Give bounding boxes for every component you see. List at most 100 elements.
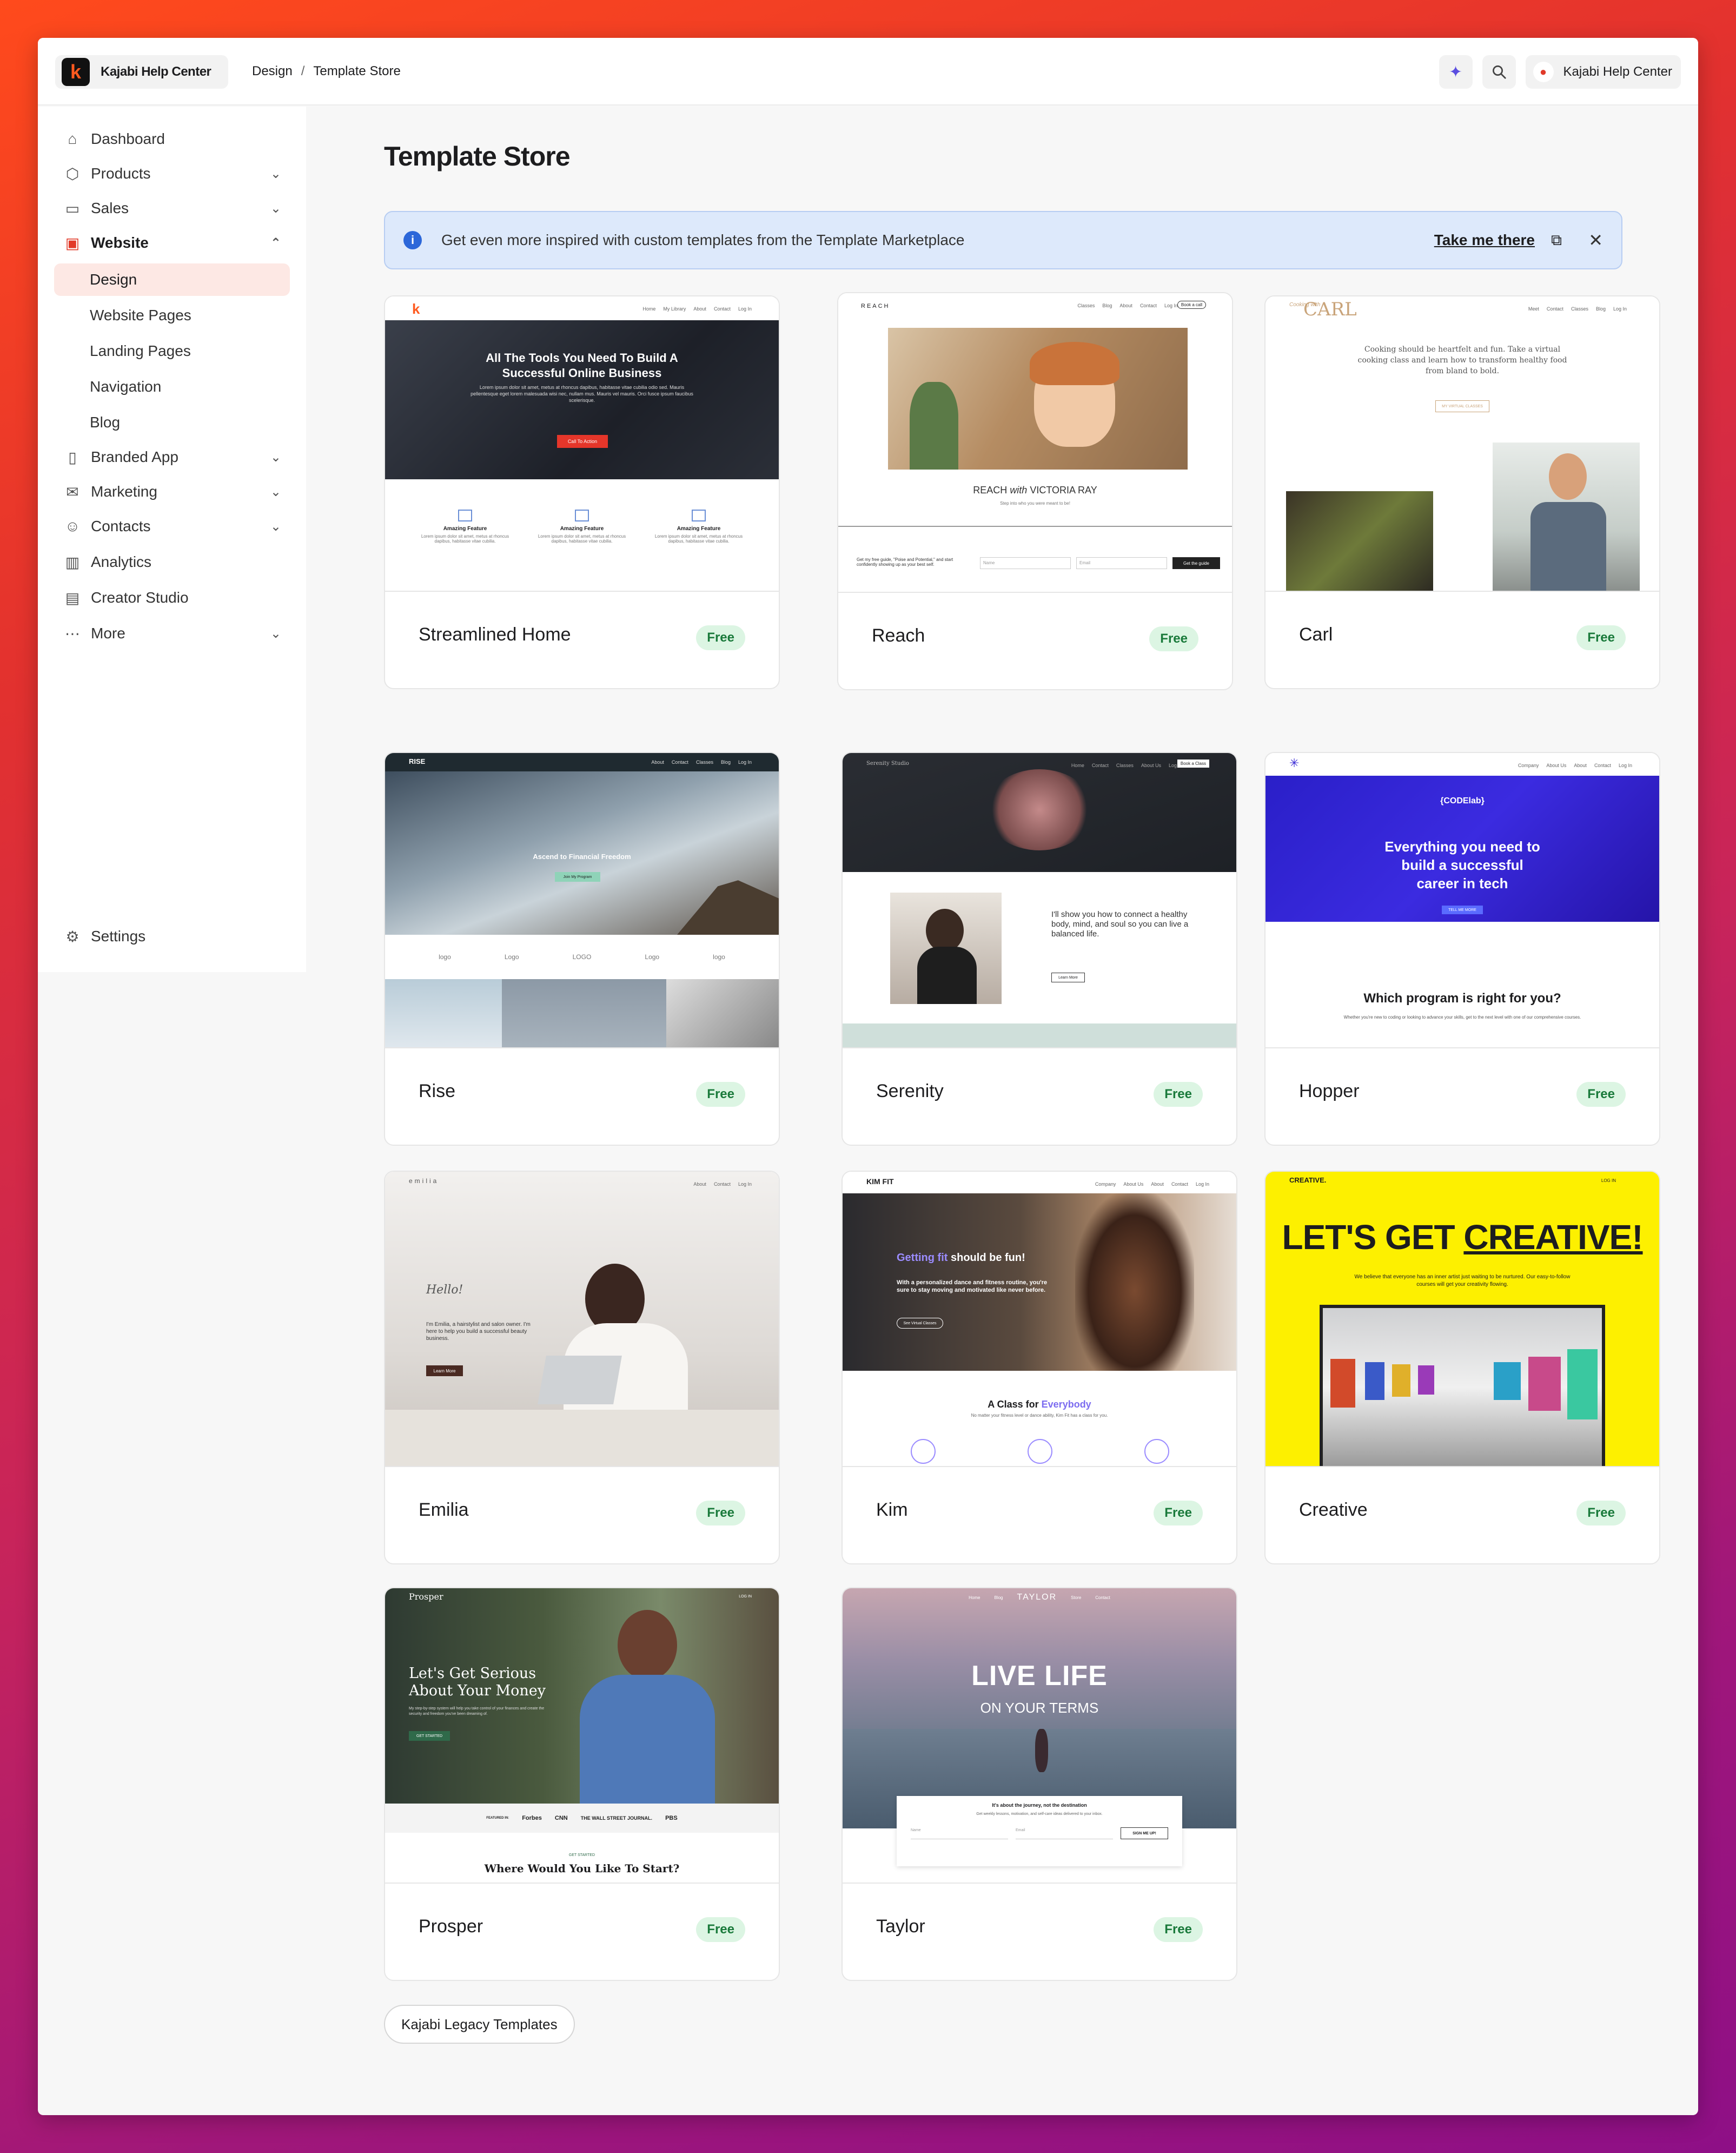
app-window: k Kajabi Help Center Design / Template S…	[38, 38, 1698, 2115]
price-badge: Free	[696, 625, 745, 650]
sidebar-item-label: Website Pages	[90, 307, 191, 323]
template-preview: Prosper LOG IN Let's Get Serious About Y…	[385, 1588, 779, 1884]
template-card-prosper[interactable]: Prosper LOG IN Let's Get Serious About Y…	[384, 1587, 780, 1981]
template-card-hopper[interactable]: ✳ Company About Us About Contact Log In {COD…	[1264, 752, 1660, 1146]
template-preview: k Home My Library About Contact Log In All T…	[385, 296, 779, 592]
mail-icon: ✉	[66, 483, 79, 500]
external-link-icon: ⧉	[1551, 231, 1562, 248]
account-menu-button[interactable]: ● Kajabi Help Center	[1525, 55, 1681, 89]
sidebar-item-label: Branded App	[91, 448, 178, 465]
sidebar: ⌂ Dashboard ⬡ Products ⌄ ▭ Sales ⌄ ▣ Web…	[38, 107, 306, 972]
sidebar-item-label: Dashboard	[91, 130, 165, 147]
breadcrumb: Design / Template Store	[252, 64, 401, 79]
banner-message: Get even more inspired with custom templ…	[441, 232, 965, 248]
brand-name: Kajabi Help Center	[101, 64, 211, 79]
template-preview: RISE About Contact Classes Blog Log In Ascen…	[385, 753, 779, 1048]
preview-hero: {CODElab} Everything you need to build a…	[1265, 776, 1659, 922]
template-name: Serenity	[876, 1081, 944, 1101]
brand-switcher[interactable]: k Kajabi Help Center	[55, 55, 228, 89]
price-badge: Free	[696, 1501, 745, 1525]
template-card-carl[interactable]: Cooking with CARL Meet Contact Classes Blog…	[1264, 295, 1660, 689]
sidebar-subitem-landing-pages[interactable]: Landing Pages	[54, 335, 290, 367]
template-card-serenity[interactable]: Serenity Studio Home Contact Classes About …	[842, 752, 1237, 1146]
price-badge: Free	[1149, 626, 1198, 651]
template-preview: CREATIVE. LOG IN LET'S GET CREATIVE! We …	[1265, 1172, 1659, 1467]
template-name: Hopper	[1299, 1081, 1360, 1101]
breadcrumb-template-store: Template Store	[313, 64, 401, 78]
sidebar-item-sales[interactable]: ▭ Sales ⌄	[54, 192, 290, 224]
sparkle-icon: ✦	[1448, 63, 1463, 81]
account-label: Kajabi Help Center	[1563, 64, 1672, 79]
top-actions: ✦ ● Kajabi Help Center	[1439, 55, 1681, 89]
sidebar-item-analytics[interactable]: ▥ Analytics	[54, 546, 290, 578]
price-badge: Free	[696, 1917, 745, 1942]
template-card-taylor[interactable]: Home Blog TAYLOR Store Contact LIVE LIFE O…	[842, 1587, 1237, 1981]
ai-assistant-button[interactable]: ✦	[1439, 55, 1473, 89]
preview-hero-photo: Serenity Studio Home Contact Classes About …	[843, 753, 1236, 872]
preview-food-photo	[1286, 491, 1433, 591]
preview-nav-links: Classes Blog About Contact Log In	[1077, 303, 1178, 308]
template-preview: ✳ Company About Us About Contact Log In {COD…	[1265, 753, 1659, 1048]
monitor-icon: ▣	[65, 234, 80, 252]
template-card-kim[interactable]: KIM FIT Company About Us About Contact Log I…	[842, 1171, 1237, 1564]
marketplace-banner: i Get even more inspired with custom tem…	[384, 211, 1622, 269]
template-preview: Cooking with CARL Meet Contact Classes Blog…	[1265, 296, 1659, 592]
page-title: Template Store	[384, 141, 570, 171]
sidebar-item-dashboard[interactable]: ⌂ Dashboard	[54, 123, 290, 155]
sidebar-subitem-navigation[interactable]: Navigation	[54, 371, 290, 403]
sidebar-item-label: Website	[91, 234, 149, 251]
take-me-there-link[interactable]: Take me there	[1434, 232, 1535, 249]
sidebar-subitem-blog[interactable]: Blog	[54, 406, 290, 439]
chevron-down-icon: ⌄	[270, 166, 281, 181]
template-name: Rise	[419, 1081, 456, 1101]
template-preview: Home Blog TAYLOR Store Contact LIVE LIFE O…	[843, 1588, 1236, 1884]
sidebar-item-label: Creator Studio	[91, 589, 189, 606]
sidebar-item-label: Marketing	[91, 483, 157, 500]
sidebar-item-branded-app[interactable]: ▯ Branded App ⌄	[54, 441, 290, 473]
sidebar-item-label: Landing Pages	[90, 342, 191, 359]
template-card-emilia[interactable]: emilia About Contact Log In Hello! I'm Emi…	[384, 1171, 780, 1564]
image-icon	[575, 510, 589, 521]
sidebar-item-website[interactable]: ▣ Website ⌃	[54, 227, 290, 259]
chevron-down-icon: ⌄	[270, 450, 281, 465]
sidebar-item-products[interactable]: ⬡ Products ⌄	[54, 157, 290, 190]
template-preview: emilia About Contact Log In Hello! I'm Emi…	[385, 1172, 779, 1467]
top-bar: k Kajabi Help Center Design / Template S…	[38, 38, 1698, 105]
template-name: Reach	[872, 625, 925, 646]
legacy-templates-button[interactable]: Kajabi Legacy Templates	[384, 2005, 575, 2044]
gear-icon: ⚙	[65, 928, 79, 945]
search-button[interactable]	[1482, 55, 1516, 89]
kajabi-logo-icon: k	[62, 58, 90, 86]
price-badge: Free	[1154, 1082, 1203, 1107]
preview-hero-photo: Ascend to Financial Freedom Join My Prog…	[385, 771, 779, 935]
sidebar-item-marketing[interactable]: ✉ Marketing ⌄	[54, 475, 290, 508]
chevron-down-icon: ⌄	[270, 484, 281, 499]
template-name: Kim	[876, 1500, 908, 1520]
sidebar-item-label: Contacts	[91, 518, 151, 534]
template-card-rise[interactable]: RISE About Contact Classes Blog Log In Ascen…	[384, 752, 780, 1146]
template-card-reach[interactable]: REACH Classes Blog About Contact Log In Book…	[837, 292, 1233, 690]
close-icon[interactable]: ✕	[1588, 230, 1603, 250]
sidebar-item-contacts[interactable]: ☺ Contacts ⌄	[54, 510, 290, 543]
preview-signup-form: It's about the journey, not the destinat…	[897, 1796, 1182, 1866]
price-badge: Free	[1154, 1501, 1203, 1525]
sidebar-item-more[interactable]: ⋯ More ⌄	[54, 617, 290, 650]
sidebar-item-label: Products	[91, 165, 151, 182]
template-name: Emilia	[419, 1500, 469, 1520]
template-card-streamlined-home[interactable]: k Home My Library About Contact Log In All T…	[384, 295, 780, 689]
sidebar-item-settings[interactable]: ⚙ Settings	[54, 920, 290, 953]
sidebar-subitem-design[interactable]: Design	[54, 263, 290, 296]
price-badge: Free	[1576, 1082, 1626, 1107]
breadcrumb-design[interactable]: Design	[252, 64, 293, 79]
template-card-creative[interactable]: CREATIVE. LOG IN LET'S GET CREATIVE! We …	[1264, 1171, 1660, 1564]
image-icon	[692, 510, 706, 521]
preview-gallery-photo	[1320, 1305, 1605, 1466]
sidebar-subitem-website-pages[interactable]: Website Pages	[54, 299, 290, 332]
sidebar-item-creator-studio[interactable]: ▤ Creator Studio	[54, 582, 290, 614]
sidebar-item-label: Navigation	[90, 378, 162, 395]
sidebar-item-label: Settings	[91, 928, 146, 945]
template-preview: KIM FIT Company About Us About Contact Log I…	[843, 1172, 1236, 1467]
template-name: Streamlined Home	[419, 624, 571, 645]
chart-icon: ▥	[65, 553, 80, 571]
card-icon: ▭	[65, 200, 80, 217]
